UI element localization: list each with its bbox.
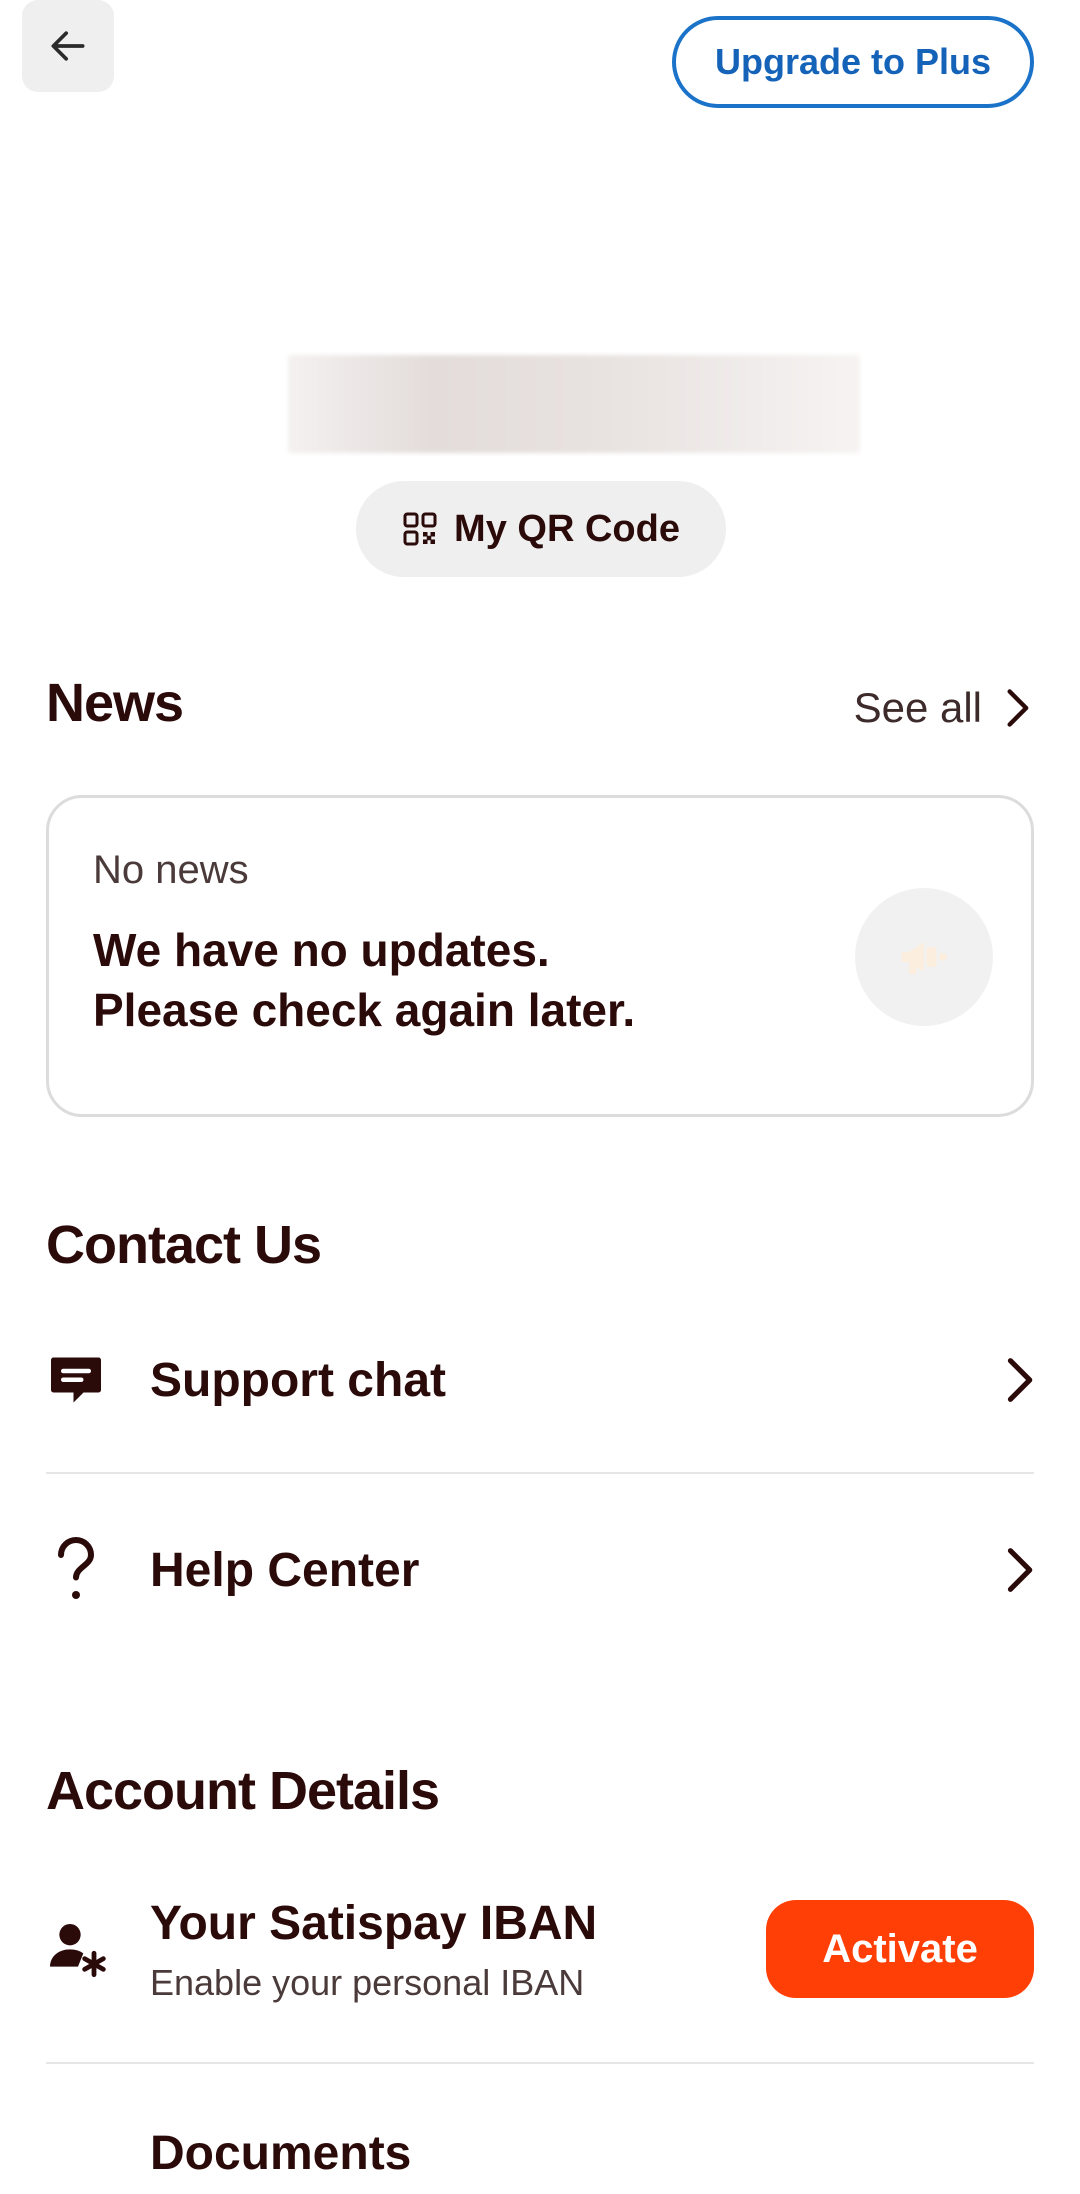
user-asterisk-icon bbox=[50, 1924, 106, 1978]
news-badge bbox=[855, 888, 993, 1026]
activate-label: Activate bbox=[822, 1926, 978, 1971]
qr-label: My QR Code bbox=[454, 507, 680, 550]
news-kicker: No news bbox=[93, 848, 249, 892]
chevron-right-icon bbox=[1007, 1548, 1033, 1592]
contact-title: Contact Us bbox=[46, 1215, 322, 1275]
chevron-right-icon bbox=[1007, 689, 1029, 727]
back-button[interactable] bbox=[22, 0, 114, 92]
upgrade-label: Upgrade to Plus bbox=[714, 41, 992, 82]
support-chat-row[interactable]: Support chat bbox=[46, 1320, 1034, 1440]
news-message: We have no updates. Please check again l… bbox=[93, 920, 733, 1040]
profile-screen: Upgrade to Plus My QR Code News See all … bbox=[0, 0, 1080, 2194]
activate-button[interactable]: Activate bbox=[766, 1900, 1034, 1998]
chat-icon bbox=[51, 1357, 101, 1403]
qr-code-icon bbox=[403, 512, 437, 546]
help-center-row[interactable]: Help Center bbox=[46, 1510, 1034, 1630]
iban-subtitle: Enable your personal IBAN bbox=[150, 1962, 585, 2003]
profile-name-redacted bbox=[288, 355, 860, 453]
news-card: No news We have no updates. Please check… bbox=[46, 795, 1034, 1117]
my-qr-code-button[interactable]: My QR Code bbox=[356, 481, 726, 577]
iban-row[interactable]: Your Satispay IBAN Enable your personal … bbox=[46, 1880, 1034, 2030]
account-title: Account Details bbox=[46, 1761, 440, 1821]
news-message-line2: Please check again later. bbox=[93, 984, 636, 1036]
documents-row[interactable]: Documents bbox=[150, 2126, 411, 2181]
chat-icon-wrap bbox=[46, 1345, 116, 1415]
megaphone-icon bbox=[901, 942, 947, 975]
news-title: News bbox=[46, 673, 184, 733]
divider bbox=[46, 2062, 1034, 2064]
question-icon bbox=[58, 1537, 95, 1599]
support-chat-label: Support chat bbox=[150, 1353, 446, 1407]
chevron-right-icon bbox=[1007, 1358, 1033, 1402]
question-icon-wrap bbox=[46, 1535, 116, 1605]
help-center-label: Help Center bbox=[150, 1543, 420, 1597]
news-message-line1: We have no updates. bbox=[93, 924, 550, 976]
iban-title: Your Satispay IBAN bbox=[150, 1897, 598, 1950]
see-all-news-link[interactable]: See all bbox=[854, 680, 1032, 736]
see-all-label: See all bbox=[853, 684, 982, 731]
arrow-left-icon bbox=[51, 31, 85, 61]
upgrade-to-plus-button[interactable]: Upgrade to Plus bbox=[672, 16, 1034, 108]
divider bbox=[46, 1472, 1034, 1474]
